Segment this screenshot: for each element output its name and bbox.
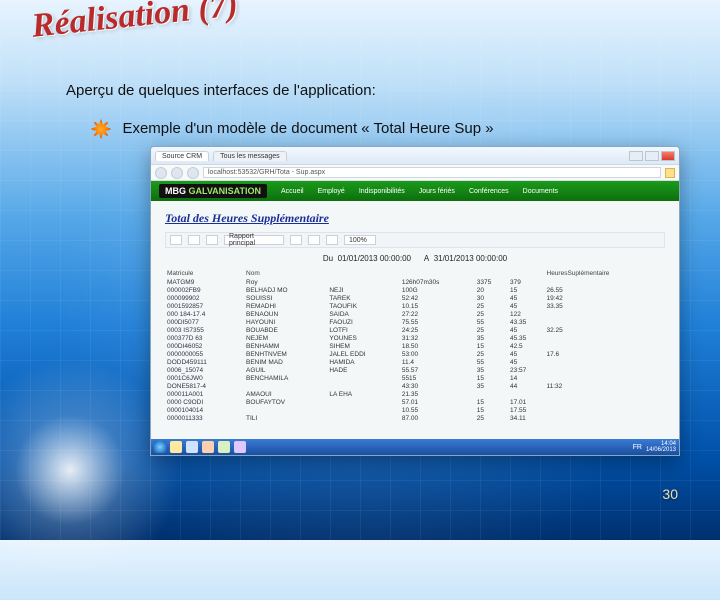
page-number: 30 xyxy=(662,486,678,502)
table-row: 000377D 63NEJEMYOUNES31:323545.35 xyxy=(165,334,665,342)
table-row: 000099902SOUISSITAREK52:42304519:42 xyxy=(165,294,665,302)
column-header: HeuresSuplémentaire xyxy=(545,269,666,278)
browser-icon[interactable] xyxy=(186,441,198,453)
table-row: 0000011333TILI87.002534.11 xyxy=(165,414,665,422)
browser-tab-1[interactable]: Source CRM xyxy=(155,151,209,161)
nav-link[interactable]: Conférences xyxy=(469,188,509,195)
back-button[interactable] xyxy=(155,167,167,179)
nav-link[interactable]: Employé xyxy=(318,188,345,195)
prev-page-icon[interactable] xyxy=(290,235,302,245)
app-icon[interactable] xyxy=(234,441,246,453)
taskbar-clock[interactable]: 14:0414/06/2013 xyxy=(646,441,676,453)
app-icon[interactable] xyxy=(202,441,214,453)
nav-link[interactable]: Documents xyxy=(523,188,558,195)
column-header xyxy=(475,269,508,278)
table-row: 0006_15074AGUILHADE55.573523:57 xyxy=(165,366,665,374)
report-selector[interactable]: Rapport principal xyxy=(224,235,284,245)
logo-sub: GALVANISATION xyxy=(189,186,262,196)
address-bar-row: localhost:53532/GRH/Tota - Sup.aspx xyxy=(151,165,679,181)
nav-link[interactable]: Indisponibilités xyxy=(359,188,405,195)
taskbar: FR 14:0414/06/2013 xyxy=(151,439,679,455)
report-toolbar: Rapport principal 100% xyxy=(165,232,665,248)
table-row: 0003 IS7355BOUABDELOTFI24:25254532.25 xyxy=(165,326,665,334)
nav-link[interactable]: Jours fériés xyxy=(419,188,455,195)
close-button[interactable] xyxy=(661,151,675,161)
table-row: 000002FB9BELHADJ MONEJI100G201526.55 xyxy=(165,286,665,294)
app-icon[interactable] xyxy=(218,441,230,453)
slide-title: Réalisation (7) xyxy=(30,0,240,46)
site-logo[interactable]: MBG GALVANISATION xyxy=(159,184,267,198)
table-row: 000011A001AMAOUILA EHA21.35 xyxy=(165,390,665,398)
starburst-icon xyxy=(90,118,112,140)
column-header xyxy=(508,269,545,278)
table-row: MATGM9Roy126h07m30s3375379 xyxy=(165,278,665,286)
site-navbar: MBG GALVANISATION Accueil Employé Indisp… xyxy=(151,181,679,201)
period-line: Du 01/01/2013 00:00:00 A 31/01/2013 00:0… xyxy=(165,254,665,263)
bookmark-icon[interactable] xyxy=(665,168,675,178)
nav-link[interactable]: Accueil xyxy=(281,188,304,195)
bullet-row: Exemple d'un modèle de document « Total … xyxy=(90,118,650,140)
table-row: 000DI46052BENHAMMSIHEM18.501542.5 xyxy=(165,342,665,350)
window-titlebar: Source CRM Tous les messages xyxy=(151,147,679,165)
table-row: 0000 C9ODIBOUFAYTOV57.011517.01 xyxy=(165,398,665,406)
report-title: Total des Heures Supplémentaire xyxy=(165,211,665,226)
minimize-button[interactable] xyxy=(629,151,643,161)
browser-tab-2[interactable]: Tous les messages xyxy=(213,151,287,161)
reload-button[interactable] xyxy=(187,167,199,179)
slide-subtitle: Aperçu de quelques interfaces de l'appli… xyxy=(66,82,376,99)
bullet-text: Exemple d'un modèle de document « Total … xyxy=(122,120,493,137)
explorer-icon[interactable] xyxy=(170,441,182,453)
column-header xyxy=(327,269,399,278)
maximize-button[interactable] xyxy=(645,151,659,161)
report-table: MatriculeNom HeuresSuplémentaire MATGM9Ro… xyxy=(165,269,665,422)
table-row: 000 184-17.4BENAOUNSAIDA27:2225122 xyxy=(165,310,665,318)
taskbar-lang[interactable]: FR xyxy=(633,444,642,451)
column-header: Matricule xyxy=(165,269,244,278)
forward-button[interactable] xyxy=(171,167,183,179)
search-icon[interactable] xyxy=(326,235,338,245)
save-icon[interactable] xyxy=(170,235,182,245)
column-header: Nom xyxy=(244,269,327,278)
column-header xyxy=(400,269,475,278)
start-button[interactable] xyxy=(154,441,166,453)
table-row: DONE5817-443:30354411:32 xyxy=(165,382,665,390)
table-row: 0000000055BENHTNVEMJALEL EDDI53:00254517… xyxy=(165,350,665,358)
table-row: 000DI5077HAYOUNIFAOUZI75.555543.35 xyxy=(165,318,665,326)
refresh-icon[interactable] xyxy=(206,235,218,245)
table-row: 0001C6JW0BENCHAMILA55151514 xyxy=(165,374,665,382)
table-row: 000010401410.551517.55 xyxy=(165,406,665,414)
next-page-icon[interactable] xyxy=(308,235,320,245)
table-row: DODD459111BENIM MADHAMIDA11.45545 xyxy=(165,358,665,366)
address-bar[interactable]: localhost:53532/GRH/Tota - Sup.aspx xyxy=(203,167,661,178)
print-icon[interactable] xyxy=(188,235,200,245)
table-row: 0001592857REMADHITAOUFIK10.15254533.35 xyxy=(165,302,665,310)
zoom-level[interactable]: 100% xyxy=(344,235,376,245)
embedded-screenshot: Source CRM Tous les messages localhost:5… xyxy=(150,146,680,456)
